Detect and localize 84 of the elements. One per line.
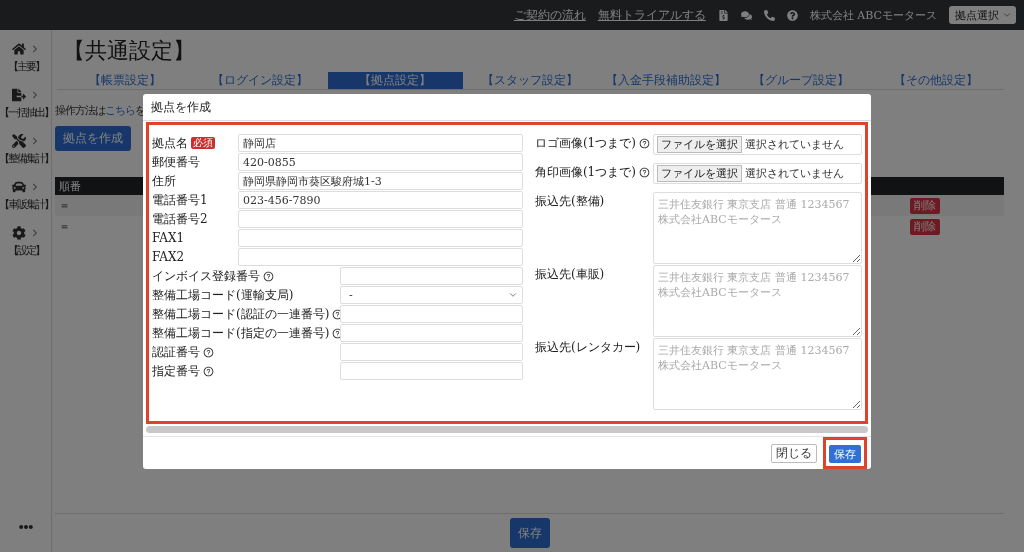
tab[interactable]: 【グループ設定】 [733, 72, 869, 90]
drag-handle[interactable]: ＝ [59, 198, 70, 213]
field-label: 整備工場コード(指定の一連番号) [152, 325, 330, 342]
chat-icon[interactable] [740, 9, 752, 21]
tab[interactable]: 【ログイン設定】 [192, 72, 328, 90]
sidebar-item[interactable]: 【主要】 [7, 59, 44, 74]
modal-title: 拠点を作成 [151, 98, 211, 116]
field-label: インボイス登録番号 [152, 268, 260, 285]
tab[interactable]: 【その他設定】 [868, 72, 1004, 90]
car-icon [12, 180, 26, 194]
chevron-icon [31, 45, 39, 53]
file-input[interactable]: ファイルを選択 選択されていません [652, 163, 862, 184]
file-export-icon [12, 88, 26, 102]
sidebar-item[interactable]: 【車販集計】 [0, 197, 53, 212]
caret-icon [1002, 10, 1012, 20]
tab[interactable]: 【スタッフ設定】 [462, 72, 599, 90]
tools-icon [12, 134, 26, 148]
field-label: 指定番号 [152, 363, 200, 380]
invoice-icon[interactable] [717, 9, 729, 21]
input-field[interactable] [238, 210, 523, 228]
help-link[interactable]: こちら [105, 104, 135, 118]
field-label: 住所 [152, 173, 176, 190]
create-button[interactable]: 拠点を作成 [55, 126, 131, 151]
branch-select[interactable]: 拠点選択 [949, 6, 1016, 24]
delete-button[interactable]: 削除 [910, 197, 940, 214]
header-link[interactable]: 無料トライアルする [597, 6, 706, 24]
chevron-icon [31, 183, 39, 191]
phone-icon[interactable] [763, 9, 775, 21]
input-field[interactable] [238, 229, 523, 247]
field-label: 整備工場コード(認証の一連番号) [152, 306, 330, 323]
drag-handle[interactable]: ＝ [59, 219, 70, 234]
input-field[interactable]: 静岡店 [238, 134, 523, 152]
file-status: 選択されていません [744, 166, 844, 181]
delete-button[interactable]: 削除 [910, 218, 940, 235]
file-status: 選択されていません [744, 137, 844, 152]
choose-file-button[interactable]: ファイルを選択 [656, 165, 742, 182]
select-field[interactable]: - [340, 286, 523, 304]
field-label: FAX2 [152, 249, 185, 266]
field-label: 振込先(レンタカー) [534, 339, 641, 356]
scrollbar[interactable] [146, 426, 868, 433]
tab[interactable]: 【帳票設定】 [57, 72, 193, 90]
input-field[interactable]: 023-456-7890 [238, 191, 523, 209]
save-button[interactable]: 保存 [829, 445, 861, 464]
tab[interactable]: 【入金手段補助設定】 [598, 72, 734, 90]
sidebar-item[interactable]: 【整備集計】 [0, 151, 53, 166]
field-label: 電話番号2 [152, 211, 208, 228]
input-field[interactable] [340, 362, 523, 380]
tab[interactable]: 【拠点設定】 [327, 72, 463, 90]
column-header: 順番 [59, 178, 81, 194]
input-field[interactable] [340, 267, 523, 285]
help-icon[interactable] [786, 9, 798, 21]
required-badge: 必須 [191, 137, 215, 149]
field-label: 拠点名 [152, 135, 188, 152]
field-label: 認証番号 [152, 344, 200, 361]
field-label: ロゴ画像(1つまで) [534, 135, 636, 152]
caret-icon [507, 290, 518, 300]
header-link[interactable]: ご契約の流れ [513, 6, 586, 24]
file-input[interactable]: ファイルを選択 選択されていません [652, 134, 862, 155]
field-label: 角印画像(1つまで) [534, 164, 636, 181]
company-name: 株式会社 ABCモータース [809, 7, 937, 23]
help-text: 操作方法は [55, 104, 105, 118]
page-title: 【共通設定】 [63, 37, 196, 65]
save-button[interactable]: 保存 [509, 518, 550, 548]
field-label: 整備工場コード(運輸支局) [152, 287, 294, 304]
field-label: 振込先(整備) [534, 193, 605, 210]
input-field[interactable] [340, 305, 523, 323]
chevron-icon [31, 137, 39, 145]
input-field[interactable] [340, 343, 523, 361]
chevron-icon [31, 229, 39, 237]
input-field[interactable]: 静岡県静岡市葵区駿府城1-3 [238, 172, 523, 190]
settings-icon [12, 226, 26, 240]
field-label: 振込先(車販) [534, 266, 605, 283]
input-field[interactable]: 420-0855 [238, 153, 523, 171]
sidebar-item[interactable]: 【設定】 [7, 243, 44, 258]
field-label: 郵便番号 [152, 154, 200, 171]
chevron-icon [31, 91, 39, 99]
field-label: FAX1 [152, 230, 185, 247]
close-button[interactable]: 閉じる [771, 443, 817, 463]
field-label: 電話番号1 [152, 192, 208, 209]
home-icon [12, 42, 26, 56]
sidebar-item[interactable]: 【一括抽出】 [0, 105, 53, 120]
input-field[interactable] [340, 324, 523, 342]
input-field[interactable] [238, 248, 523, 266]
choose-file-button[interactable]: ファイルを選択 [656, 136, 742, 153]
